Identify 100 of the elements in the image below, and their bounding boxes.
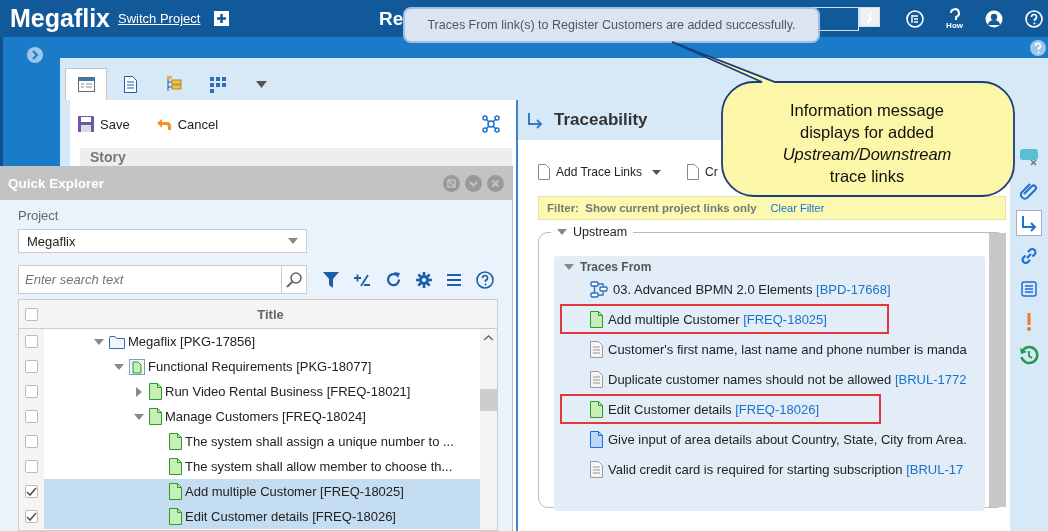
page-icon [687, 164, 700, 180]
row-checkbox[interactable] [25, 460, 38, 473]
clear-filter-link[interactable]: Clear Filter [770, 202, 825, 214]
toolbar-button[interactable]: Add Trace Links [538, 164, 662, 180]
cancel-button[interactable]: Cancel [155, 116, 219, 132]
expand-arrow-icon[interactable] [134, 411, 144, 422]
folder-icon [109, 334, 125, 349]
tree-row[interactable]: Manage Customers [FREQ-18024] [44, 404, 480, 429]
view-tab[interactable] [65, 68, 107, 100]
callout-text: Information message displays for added Upstream/Downstream trace links [781, 100, 953, 187]
requirement-icon [169, 433, 182, 450]
section-heading: Story [90, 149, 126, 165]
link-icon [1019, 246, 1039, 266]
panel-title: Quick Explorer [8, 175, 105, 191]
row-checkbox[interactable] [25, 410, 38, 423]
paperclip-icon [1019, 180, 1039, 200]
row-checkbox[interactable] [25, 360, 38, 373]
navigation-icon[interactable] [906, 9, 925, 28]
help-icon[interactable] [476, 270, 494, 289]
dropdown-caret-icon[interactable] [255, 80, 267, 88]
project-dropdown[interactable]: Megaflix [18, 229, 307, 253]
filter-icon[interactable] [323, 271, 339, 288]
expand-collapse-icon[interactable] [353, 272, 371, 287]
scrollbar[interactable] [480, 329, 497, 530]
success-toast: Traces From link(s) to Register Customers are added successfully. [403, 7, 820, 43]
tree-row[interactable]: Add multiple Customer [FREQ-18025] [44, 479, 480, 504]
trace-link[interactable]: Customer's first name, last name and phone number is manda [560, 334, 979, 364]
expand-arrow-icon[interactable] [134, 386, 144, 397]
filter-label: Filter: Show current project links only [547, 202, 757, 214]
requirement-icon [169, 508, 182, 525]
requirement-icon [169, 483, 182, 500]
question-icon[interactable] [947, 7, 962, 22]
search-field[interactable]: Enter search text [18, 265, 283, 294]
row-checkbox[interactable] [25, 485, 38, 498]
requirement-icon [590, 400, 603, 418]
grid-icon [210, 76, 226, 93]
search-button[interactable] [282, 265, 307, 294]
toolbar-button[interactable]: Cr [687, 164, 718, 180]
refresh-icon[interactable] [385, 271, 402, 288]
folder-icon [129, 358, 145, 375]
requirement-icon [149, 383, 162, 400]
field-label: Project [18, 208, 60, 223]
scrollbar-thumb[interactable] [480, 389, 497, 411]
comment-icon [1019, 148, 1039, 166]
trace-link[interactable]: Add multiple Customer [FREQ-18025] [560, 304, 889, 334]
how-label: How [946, 21, 963, 30]
network-icon[interactable] [482, 115, 500, 133]
row-checkbox[interactable] [25, 510, 38, 523]
scrollbar[interactable] [989, 233, 1006, 507]
trace-link[interactable]: 03. Advanced BPMN 2.0 Elements [BPD-17668] [560, 274, 903, 304]
chevron-right-icon[interactable] [27, 47, 43, 63]
select-all-checkbox[interactable] [25, 307, 38, 321]
page-icon [590, 340, 603, 358]
requirement-icon [149, 408, 162, 425]
page-icon [538, 164, 550, 180]
trace-link[interactable]: Give input of area details about Country, State, City from Area. [560, 424, 979, 454]
tree-icon [166, 76, 182, 93]
tree-row[interactable]: The system shall assign a unique number to ... [44, 429, 480, 454]
switch-project-link[interactable]: Switch Project [118, 11, 201, 26]
row-checkbox[interactable] [25, 385, 38, 398]
tree-row[interactable]: Functional Requirements [PKG-18077] [44, 354, 480, 379]
collapse-arrow-icon[interactable] [564, 262, 574, 272]
help-icon[interactable] [1030, 39, 1046, 56]
row-checkbox[interactable] [25, 435, 38, 448]
settings-icon[interactable] [416, 271, 432, 288]
exclamation-icon [1026, 312, 1032, 332]
tree-row[interactable]: Run Video Rental Business [FREQ-18021] [44, 379, 480, 404]
trace-arrow-icon [526, 111, 544, 129]
group-title: Traces From [580, 260, 652, 274]
user-icon[interactable] [985, 9, 1003, 28]
trace-link[interactable]: Edit Customer details [FREQ-18026] [560, 394, 881, 424]
rail-button[interactable] [1016, 210, 1042, 236]
document-icon [590, 430, 603, 448]
column-header: Title [257, 306, 284, 322]
trace-arrow-icon [1020, 214, 1038, 232]
collapse-arrow-icon[interactable] [557, 227, 567, 237]
expand-arrow-icon[interactable] [114, 361, 124, 372]
section-title: Upstream [573, 225, 628, 239]
tree-row[interactable]: Megaflix [PKG-17856] [44, 329, 480, 354]
plus-icon[interactable] [214, 11, 230, 26]
tree-row[interactable]: Edit Customer details [FREQ-18026] [44, 504, 480, 529]
app-logo: Megaflix [10, 4, 111, 33]
trace-link[interactable]: Duplicate customer names should not be allowed [BRUL-1772 [560, 364, 979, 394]
menu-icon[interactable] [446, 272, 462, 287]
panel-title: Traceability [554, 110, 648, 130]
requirement-icon [169, 458, 182, 475]
caret-icon [288, 238, 298, 244]
document-icon [123, 76, 137, 93]
expand-arrow-icon[interactable] [94, 336, 104, 347]
trace-link[interactable]: Valid credit card is required for starting subscription [BRUL-17 [560, 454, 976, 484]
form-icon [77, 77, 95, 92]
save-button[interactable]: Save [78, 116, 130, 132]
caret-icon[interactable] [652, 169, 662, 175]
page-icon [590, 460, 603, 478]
search-button[interactable] [859, 6, 881, 27]
process-icon [590, 280, 608, 298]
tree-row[interactable]: The system shall allow member to choose th... [44, 454, 480, 479]
search-icon [286, 271, 303, 288]
page-icon [590, 370, 603, 388]
row-checkbox[interactable] [25, 335, 38, 348]
